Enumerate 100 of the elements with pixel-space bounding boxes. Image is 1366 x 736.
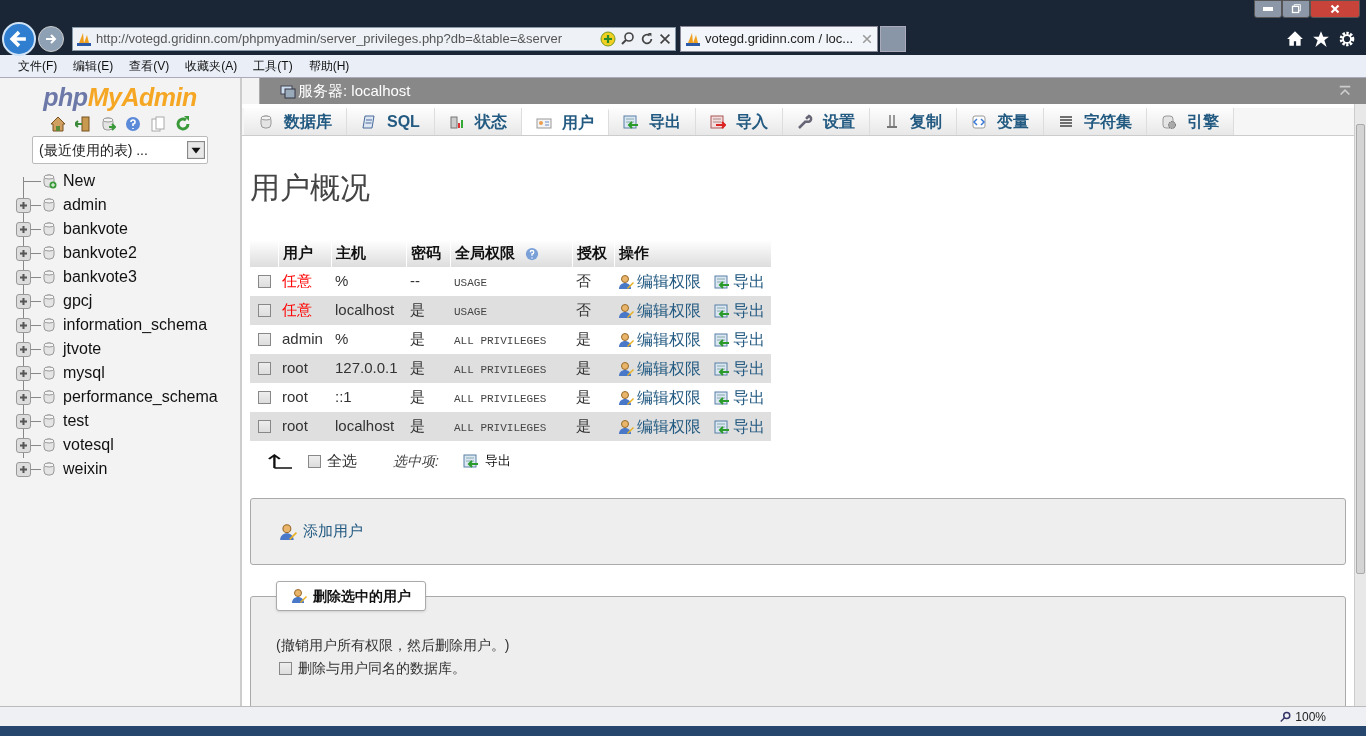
tab[interactable]: 引擎 [1146, 108, 1234, 135]
database-link[interactable]: test [63, 409, 89, 433]
database-link[interactable]: New [63, 169, 95, 193]
database-link[interactable]: bankvote2 [63, 241, 137, 265]
export-link[interactable]: 导出 [733, 269, 765, 294]
home-icon[interactable] [49, 116, 66, 132]
database-link[interactable]: gpcj [63, 289, 93, 313]
database-icon[interactable] [41, 269, 57, 285]
database-icon[interactable] [41, 245, 57, 261]
expand-toggle[interactable] [16, 389, 31, 405]
menu-item[interactable]: 文件(F) [18, 57, 58, 75]
expand-toggle[interactable] [16, 221, 31, 237]
menu-item[interactable]: 收藏夹(A) [185, 57, 238, 75]
expand-toggle[interactable] [16, 317, 31, 333]
checkbox[interactable] [258, 333, 271, 346]
tab[interactable]: 字符集 [1043, 108, 1147, 135]
tab[interactable]: 复制 [869, 108, 957, 135]
settings-icon[interactable] [1338, 30, 1356, 48]
database-link[interactable]: performance_schema [63, 385, 218, 409]
export-button[interactable]: 导出 [484, 451, 511, 471]
menu-item[interactable]: 编辑(E) [73, 57, 114, 75]
database-link[interactable]: admin [63, 193, 107, 217]
database-link[interactable]: bankvote [63, 217, 128, 241]
checkbox[interactable] [258, 304, 271, 317]
database-link[interactable]: bankvote3 [63, 265, 137, 289]
zoom-level[interactable]: 100% [1295, 707, 1326, 726]
edit-privileges-link[interactable]: 编辑权限 [637, 269, 701, 294]
menu-item[interactable]: 查看(V) [129, 57, 170, 75]
checkbox[interactable] [258, 275, 271, 288]
expand-toggle[interactable] [16, 245, 31, 261]
forward-button[interactable] [38, 26, 64, 52]
expand-toggle[interactable] [16, 437, 31, 453]
database-icon[interactable] [41, 461, 57, 477]
select-all-checkbox[interactable] [308, 454, 321, 468]
database-icon[interactable] [41, 317, 57, 333]
edit-privileges-link[interactable]: 编辑权限 [637, 356, 701, 381]
close-button[interactable] [1310, 0, 1360, 18]
recent-tables-dropdown[interactable]: (最近使用的表) ... [32, 136, 208, 164]
tab[interactable]: 导入 [695, 108, 783, 135]
checkbox[interactable] [258, 362, 271, 375]
checkbox[interactable] [258, 420, 271, 433]
tab[interactable]: 变量 [956, 108, 1044, 135]
select-all-label[interactable]: 全选 [327, 449, 357, 473]
export-link[interactable]: 导出 [733, 385, 765, 410]
database-icon[interactable] [41, 413, 57, 429]
add-user-link[interactable]: 添加用户 [303, 520, 363, 543]
database-link[interactable]: votesql [63, 433, 114, 457]
browser-tab[interactable]: votegd.gridinn.com / loc... [680, 26, 878, 52]
checkbox[interactable] [258, 391, 271, 404]
collapse-icon[interactable] [1338, 84, 1352, 98]
scrollbar[interactable] [1354, 104, 1366, 706]
close-icon[interactable] [658, 32, 672, 46]
menu-item[interactable]: 帮助(H) [308, 57, 350, 75]
tab[interactable]: 状态 [434, 108, 522, 135]
database-icon[interactable] [41, 293, 57, 309]
back-button[interactable] [2, 22, 36, 56]
database-link[interactable]: mysql [63, 361, 105, 385]
search-icon[interactable] [620, 31, 636, 47]
minimize-button[interactable] [1254, 0, 1282, 18]
database-link[interactable]: weixin [63, 457, 108, 481]
magnifier-icon[interactable] [1280, 710, 1293, 723]
database-link[interactable]: jtvote [63, 337, 102, 361]
database-link[interactable]: information_schema [63, 313, 208, 337]
menu-item[interactable]: 工具(T) [253, 57, 293, 75]
expand-toggle[interactable] [16, 293, 31, 309]
documents-icon[interactable] [149, 116, 166, 132]
exit-door-icon[interactable] [74, 116, 91, 132]
expand-toggle[interactable] [16, 365, 31, 381]
reload-icon[interactable] [174, 116, 191, 132]
tab[interactable]: 导出 [608, 108, 696, 135]
database-icon[interactable] [41, 341, 57, 357]
collapse-button[interactable] [242, 78, 260, 104]
tab[interactable]: 设置 [782, 108, 870, 135]
checkbox[interactable] [279, 662, 292, 675]
export-link[interactable]: 导出 [733, 327, 765, 352]
export-link[interactable]: 导出 [733, 414, 765, 439]
help-icon[interactable] [124, 116, 141, 132]
expand-toggle[interactable] [16, 269, 31, 285]
export-link[interactable]: 导出 [733, 356, 765, 381]
database-icon[interactable] [41, 221, 57, 237]
edit-privileges-link[interactable]: 编辑权限 [637, 385, 701, 410]
logo[interactable]: phpMyAdmin [43, 83, 197, 111]
database-icon[interactable] [41, 389, 57, 405]
server-link[interactable]: 服务器: localhost [298, 79, 411, 103]
home-icon[interactable] [1286, 30, 1304, 48]
address-bar[interactable]: http://votegd.gridinn.com/phpmyadmin/server_privileges.php?db=&table=&server [72, 27, 676, 51]
database-icon[interactable] [41, 365, 57, 381]
new-database-icon[interactable] [41, 173, 57, 189]
database-icon[interactable] [41, 197, 57, 213]
tab[interactable]: 用户 [521, 108, 609, 135]
expand-toggle[interactable] [16, 413, 31, 429]
edit-privileges-link[interactable]: 编辑权限 [637, 298, 701, 323]
checkbox-label[interactable]: 删除与用户同名的数据库。 [298, 658, 466, 679]
edit-privileges-link[interactable]: 编辑权限 [637, 414, 701, 439]
tab[interactable]: SQL [347, 108, 435, 135]
tab[interactable]: 数据库 [244, 108, 347, 135]
restore-button[interactable] [1282, 0, 1310, 18]
export-link[interactable]: 导出 [733, 298, 765, 323]
expand-toggle[interactable] [16, 341, 31, 357]
expand-toggle[interactable] [16, 461, 31, 477]
